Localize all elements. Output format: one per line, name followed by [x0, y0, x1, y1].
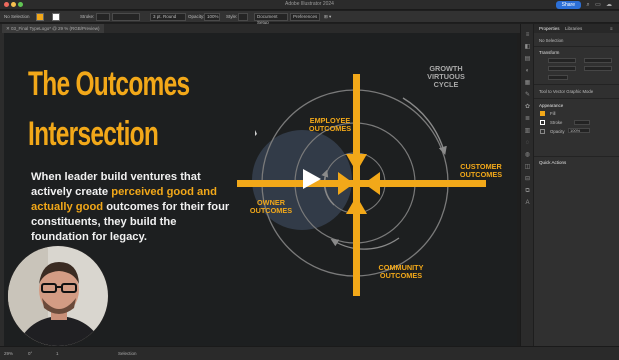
stroke-label: Stroke:: [80, 14, 95, 19]
character-icon[interactable]: A: [524, 200, 531, 206]
status-bar: 29% 0° 1 Selection: [0, 346, 619, 360]
stroke-swatch[interactable]: [52, 13, 60, 21]
color-icon[interactable]: ◐: [524, 68, 531, 74]
brush-definition[interactable]: 3 pt. Round: [150, 13, 186, 21]
customer-arrowhead: [364, 172, 380, 195]
status-tool: Selection: [118, 351, 137, 356]
rotate-view[interactable]: 0°: [28, 351, 32, 356]
document-tab-label: 03_Final TypeLogo* @ 29 % (RGB/Preview): [11, 26, 100, 31]
document-tab-bar: ✕ 03_Final TypeLogo* @ 29 % (RGB/Preview…: [0, 24, 520, 33]
employee-outcomes-label: EMPLOYEE OUTCOMES: [308, 116, 352, 133]
app-title: Adobe Illustrator 2024: [285, 1, 334, 7]
arrange-documents-icon[interactable]: ⊞ ▾: [324, 13, 331, 21]
document-tab[interactable]: ✕ 03_Final TypeLogo* @ 29 % (RGB/Preview…: [2, 24, 104, 33]
presenter-video-frame: [8, 246, 108, 346]
style-label: Style:: [226, 14, 238, 19]
appearance-icon[interactable]: ◍: [524, 152, 531, 158]
align-icon[interactable]: ⊟: [524, 176, 531, 182]
tab-libraries[interactable]: Libraries: [565, 26, 582, 31]
tool-vector-mode[interactable]: Tool to Vector Graphic Mode: [539, 89, 593, 94]
tab-properties[interactable]: Properties: [539, 26, 560, 31]
variable-width-profile[interactable]: [112, 13, 140, 21]
panel-no-selection: No Selection: [539, 38, 564, 43]
appearance-heading: Appearance: [539, 103, 564, 108]
layers-icon[interactable]: ◧: [524, 44, 531, 50]
fill-color-swatch[interactable]: [540, 111, 545, 116]
swatches-icon[interactable]: ▦: [524, 80, 531, 86]
community-arrowhead: [346, 196, 367, 214]
stroke-color-swatch[interactable]: [540, 120, 545, 125]
y-field[interactable]: [548, 66, 576, 71]
quick-actions-heading: Quick Actions: [539, 160, 567, 165]
opacity-panel-field[interactable]: 100%: [568, 128, 590, 133]
opacity-swatch: [540, 129, 545, 134]
community-outcomes-label: COMMUNITY OUTCOMES: [378, 263, 424, 280]
x-field[interactable]: [548, 58, 576, 63]
artboard-navigator[interactable]: 1: [56, 351, 59, 356]
width-field[interactable]: [584, 58, 612, 63]
mouse-cursor-icon: [255, 130, 257, 136]
title-bar: Adobe Illustrator 2024 Share ⌕ ▭ ☁: [0, 0, 619, 10]
panel-menu-icon[interactable]: ≡: [610, 26, 613, 31]
stroke-icon[interactable]: ≣: [524, 116, 531, 122]
panel-tabs: Properties Libraries ≡: [534, 24, 619, 33]
zoom-level[interactable]: 29%: [4, 351, 13, 356]
stroke-label: Stroke: [550, 120, 563, 125]
preferences-button[interactable]: Preferences: [290, 13, 320, 21]
panel-icon-strip: ≡ ◧ ▤ ◐ ▦ ✎ ✿ ≣ ▥ ◌ ◍ ◫ ⊟ ⧉ A: [520, 24, 533, 346]
opacity-label: Opacity:: [188, 14, 205, 19]
owner-outcomes-label: OWNER OUTCOMES: [249, 198, 293, 215]
opacity-field[interactable]: 100%: [204, 13, 220, 21]
cloud-icon[interactable]: ☁: [605, 1, 613, 9]
rotate-field[interactable]: [548, 75, 568, 80]
properties-icon[interactable]: ≡: [524, 32, 531, 38]
brushes-icon[interactable]: ✎: [524, 92, 531, 98]
control-bar: No Selection Stroke: 3 pt. Round Opacity…: [0, 11, 619, 25]
play-icon[interactable]: [300, 168, 322, 190]
symbols-icon[interactable]: ✿: [524, 104, 531, 110]
presenter-webcam: [7, 245, 109, 346]
share-button[interactable]: Share: [555, 1, 581, 9]
libraries-icon[interactable]: ▤: [524, 56, 531, 62]
growth-virtuous-cycle-label: GROWTH VIRTUOUS CYCLE: [427, 64, 465, 89]
cycle-arrow-middle: [330, 237, 400, 250]
transparency-icon[interactable]: ◌: [524, 140, 531, 146]
document-setup-button[interactable]: Document Setup: [254, 13, 288, 25]
height-field[interactable]: [584, 66, 612, 71]
gradient-icon[interactable]: ▥: [524, 128, 531, 134]
horizontal-axis-bar: [237, 180, 486, 187]
cycle-arrow-outer: [402, 97, 447, 156]
graphic-styles-icon[interactable]: ◫: [524, 164, 531, 170]
opacity-label: Opacity: [550, 129, 565, 134]
customer-outcomes-label: CUSTOMER OUTCOMES: [459, 162, 503, 179]
properties-panel: Properties Libraries ≡ No Selection Tran…: [534, 24, 619, 346]
workspace-icon[interactable]: ▭: [594, 1, 602, 9]
pathfinder-icon[interactable]: ⧉: [524, 188, 531, 194]
transform-heading: Transform: [539, 50, 560, 55]
graphic-style-picker[interactable]: [238, 13, 248, 21]
artboard-canvas[interactable]: The Outcomes Intersection When leader bu…: [4, 33, 517, 346]
selection-status: No Selection: [4, 14, 30, 19]
search-icon[interactable]: ⌕: [584, 1, 592, 9]
fill-swatch[interactable]: [36, 13, 44, 21]
fill-label: Fill: [550, 111, 556, 116]
stroke-weight-field[interactable]: [96, 13, 110, 21]
stroke-weight-panel-field[interactable]: [574, 120, 590, 125]
